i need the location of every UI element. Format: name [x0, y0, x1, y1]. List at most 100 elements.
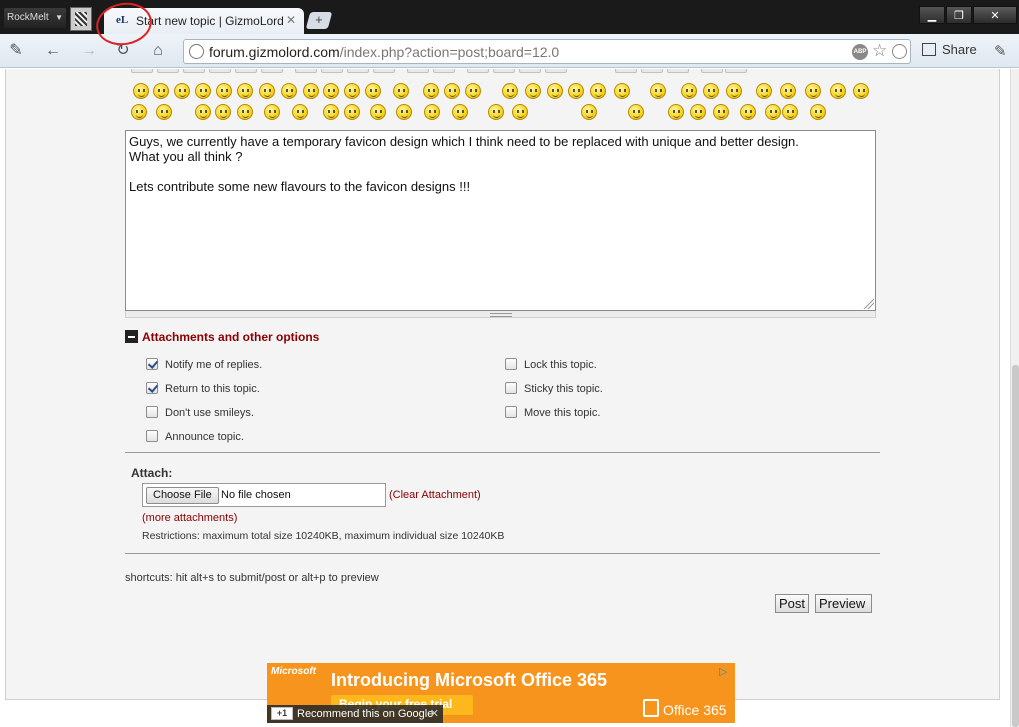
bbc-button[interactable]: [407, 69, 429, 73]
collapse-icon[interactable]: [125, 330, 138, 343]
reload-icon[interactable]: ↻: [113, 42, 133, 60]
history-clock-icon[interactable]: [892, 44, 907, 59]
smiley-icon[interactable]: [547, 83, 563, 99]
bbc-button[interactable]: [209, 69, 231, 73]
smiley-icon[interactable]: [156, 104, 172, 120]
tab-close-icon[interactable]: ✕: [286, 13, 296, 27]
smiley-icon[interactable]: [568, 83, 584, 99]
checkbox-lock[interactable]: [505, 358, 517, 370]
checkbox-announce[interactable]: [146, 430, 158, 442]
smiley-icon[interactable]: [264, 104, 280, 120]
vertical-scrollbar[interactable]: [1010, 69, 1019, 727]
smiley-icon[interactable]: [323, 104, 339, 120]
smiley-icon[interactable]: [344, 104, 360, 120]
bbc-button[interactable]: [295, 69, 317, 73]
smiley-icon[interactable]: [259, 83, 275, 99]
smiley-icon[interactable]: [488, 104, 504, 120]
smiley-icon[interactable]: [614, 83, 630, 99]
smiley-icon[interactable]: [195, 83, 211, 99]
checkbox-no-smileys[interactable]: [146, 406, 158, 418]
smiley-icon[interactable]: [726, 83, 742, 99]
smiley-icon[interactable]: [805, 83, 821, 99]
smiley-icon[interactable]: [810, 104, 826, 120]
plus-one-icon[interactable]: +1: [271, 707, 293, 720]
address-bar[interactable]: forum.gizmolord.com/index.php?action=pos…: [183, 39, 911, 64]
scrollbar-thumb[interactable]: [1012, 365, 1019, 727]
smiley-icon[interactable]: [344, 83, 360, 99]
google-plus-one-bar[interactable]: +1 Recommend this on Google ✕: [267, 705, 443, 723]
smiley-icon[interactable]: [690, 104, 706, 120]
smiley-icon[interactable]: [465, 83, 481, 99]
smiley-icon[interactable]: [424, 104, 440, 120]
smiley-icon[interactable]: [853, 83, 869, 99]
bbc-button[interactable]: [519, 69, 541, 73]
smiley-icon[interactable]: [215, 104, 231, 120]
message-textarea[interactable]: Guys, we currently have a temporary favi…: [125, 130, 876, 311]
smiley-icon[interactable]: [303, 83, 319, 99]
checkbox-notify[interactable]: [146, 358, 158, 370]
smiley-icon[interactable]: [174, 83, 190, 99]
adchoices-icon[interactable]: ▷: [719, 665, 733, 678]
checkbox-move[interactable]: [505, 406, 517, 418]
smiley-icon[interactable]: [765, 104, 781, 120]
smiley-icon[interactable]: [512, 104, 528, 120]
smiley-icon[interactable]: [703, 83, 719, 99]
clear-attachment-link[interactable]: (Clear Attachment): [389, 489, 481, 501]
smiley-icon[interactable]: [681, 83, 697, 99]
share-button[interactable]: Share: [922, 42, 977, 57]
smiley-icon[interactable]: [740, 104, 756, 120]
bbc-button[interactable]: [615, 69, 637, 73]
bbc-button[interactable]: [433, 69, 455, 73]
smiley-icon[interactable]: [292, 104, 308, 120]
bbc-button[interactable]: [347, 69, 369, 73]
choose-file-button[interactable]: Choose File: [146, 487, 219, 504]
post-button[interactable]: Post: [775, 594, 809, 613]
bbc-button[interactable]: [545, 69, 567, 73]
maximize-button[interactable]: ❐: [946, 6, 972, 24]
smiley-icon[interactable]: [370, 104, 386, 120]
bbc-button[interactable]: [725, 69, 747, 73]
smiley-icon[interactable]: [423, 83, 439, 99]
file-input[interactable]: Choose File No file chosen: [142, 483, 386, 507]
close-window-button[interactable]: ✕: [973, 6, 1017, 24]
smiley-icon[interactable]: [195, 104, 211, 120]
new-tab-button[interactable]: +: [305, 12, 333, 29]
bbc-button[interactable]: [701, 69, 723, 73]
adblock-icon[interactable]: ABP: [852, 44, 868, 60]
close-icon[interactable]: ✕: [430, 705, 439, 723]
smiley-icon[interactable]: [780, 83, 796, 99]
smiley-icon[interactable]: [281, 83, 297, 99]
more-attachments-link[interactable]: (more attachments): [142, 512, 237, 524]
home-icon[interactable]: ⌂: [148, 42, 168, 60]
bbc-button[interactable]: [467, 69, 489, 73]
smiley-icon[interactable]: [237, 83, 253, 99]
checkbox-sticky[interactable]: [505, 382, 517, 394]
smiley-icon[interactable]: [131, 104, 147, 120]
profile-menu-button[interactable]: RockMelt ▼: [4, 8, 66, 28]
smiley-icon[interactable]: [628, 104, 644, 120]
smiley-icon[interactable]: [525, 83, 541, 99]
user-avatar[interactable]: [70, 7, 92, 31]
minimize-button[interactable]: ▁: [919, 6, 945, 24]
smiley-icon[interactable]: [153, 83, 169, 99]
bbc-button[interactable]: [493, 69, 515, 73]
textarea-resize-grip[interactable]: [125, 311, 876, 318]
smiley-icon[interactable]: [713, 104, 729, 120]
bbc-button[interactable]: [667, 69, 689, 73]
smiley-icon[interactable]: [365, 83, 381, 99]
bbc-button[interactable]: [235, 69, 257, 73]
wrench-menu-icon[interactable]: ✎: [994, 42, 1007, 60]
bbc-button[interactable]: [321, 69, 343, 73]
bbc-button[interactable]: [373, 69, 395, 73]
bbc-button[interactable]: [261, 69, 283, 73]
forward-icon[interactable]: →: [79, 42, 99, 60]
smiley-icon[interactable]: [830, 83, 846, 99]
bbc-button[interactable]: [641, 69, 663, 73]
smiley-icon[interactable]: [668, 104, 684, 120]
bbc-button[interactable]: [183, 69, 205, 73]
smiley-icon[interactable]: [323, 83, 339, 99]
back-icon[interactable]: ←: [43, 42, 63, 60]
smiley-icon[interactable]: [396, 104, 412, 120]
tab-start-new-topic[interactable]: eL Start new topic | GizmoLord ✕: [104, 8, 304, 34]
bbc-button[interactable]: [157, 69, 179, 73]
